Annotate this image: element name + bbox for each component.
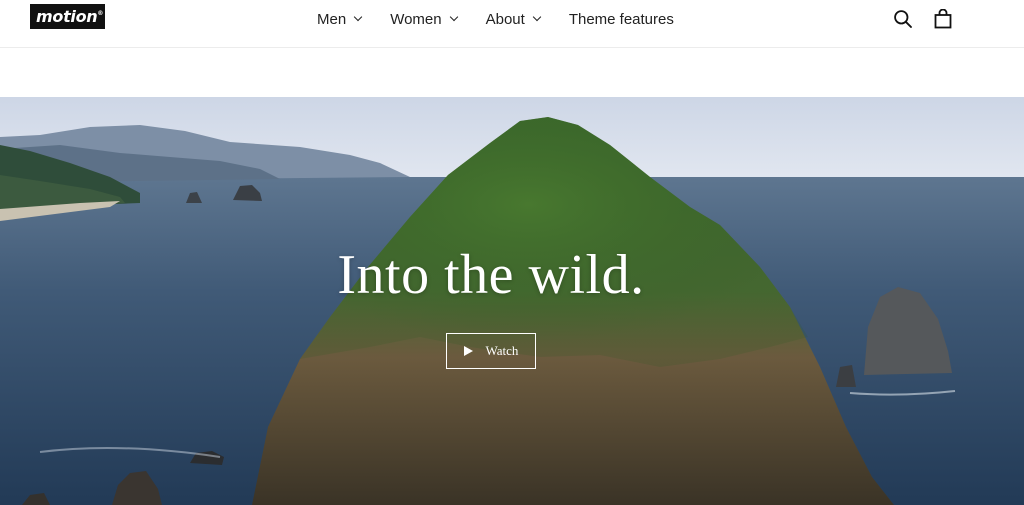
hero-title: Into the wild.: [337, 244, 645, 306]
chevron-down-icon: [449, 12, 458, 22]
nav-item-label: Men: [317, 10, 347, 28]
nav-item-label: About: [485, 10, 525, 28]
search-icon[interactable]: [893, 9, 913, 29]
nav-item-about[interactable]: About: [485, 10, 542, 28]
play-icon: [463, 346, 473, 356]
brand-logo[interactable]: motion®: [30, 4, 105, 29]
logo-text: motion: [36, 7, 98, 26]
chevron-down-icon: [532, 12, 542, 22]
nav-item-men[interactable]: Men: [317, 10, 363, 28]
nav-item-label: Theme features: [568, 10, 674, 28]
logo-trademark: ®: [97, 10, 104, 17]
cart-icon[interactable]: [933, 8, 953, 29]
nav-item-theme-features[interactable]: Theme features: [569, 11, 674, 28]
nav-item-women[interactable]: Women: [390, 10, 458, 28]
main-nav: Men Women About Theme features: [317, 0, 674, 38]
watch-label: Watch: [485, 343, 519, 358]
site-header: motion® Men Women About Theme features: [0, 0, 1024, 48]
watch-button[interactable]: Watch: [446, 333, 536, 369]
nav-item-label: Women: [390, 10, 442, 28]
chevron-down-icon: [353, 12, 363, 22]
hero-banner: Into the wild. Watch: [0, 97, 1024, 505]
